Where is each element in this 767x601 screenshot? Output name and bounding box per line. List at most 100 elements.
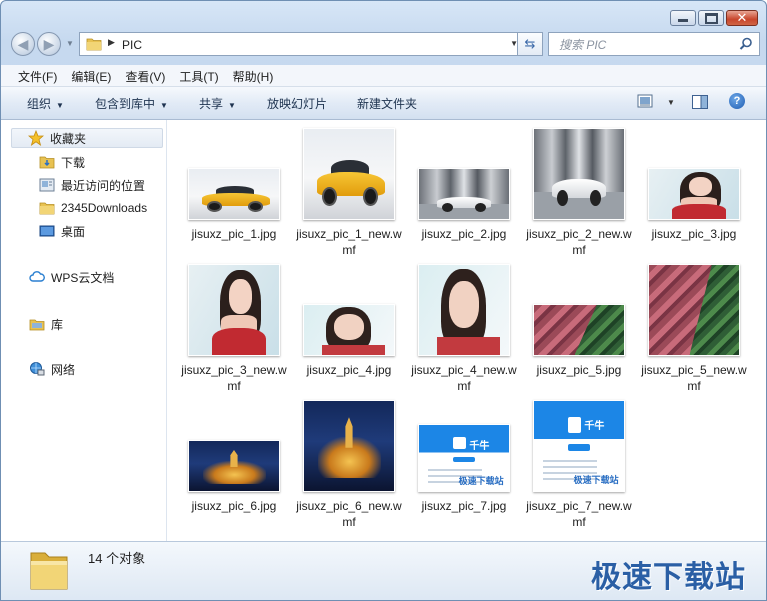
file-name: jisuxz_pic_2.jpg [421,227,507,241]
download-folder-icon [39,154,55,170]
sidebar-item-wps-cloud[interactable]: WPS云文档 [29,267,114,287]
watermark-logo: 极速下载站 [591,560,746,595]
sidebar-item-label: 2345Downloads [61,201,148,215]
slideshow-button[interactable]: 放映幻灯片 [267,95,327,112]
file-item[interactable]: jisuxz_pic_5.jpg [523,264,635,378]
sidebar-item-libraries[interactable]: 库 [29,314,63,334]
recent-places-icon [39,177,55,193]
folder-icon [86,37,102,54]
new-folder-button[interactable]: 新建文件夹 [357,95,417,112]
sidebar-item-label: 库 [51,317,64,332]
sidebar-item-label: 收藏夹 [50,131,87,146]
address-bar[interactable]: ▶ PIC ▼ [79,32,523,56]
sidebar-item-downloads[interactable]: 下载 [39,152,85,172]
explorer-window: ✕ ◀ ▶ ▼ ▶ PIC ▼ ⇆ 文件(F) 编辑(E) 查看(V) 工具(T… [0,0,767,601]
file-name: jisuxz_pic_2_new.wmf [526,227,632,257]
image-thumbnail [188,440,280,492]
menu-tools[interactable]: 工具(T) [172,65,225,86]
preview-pane-icon[interactable] [691,93,709,114]
breadcrumb-pic[interactable]: PIC [122,38,142,52]
menu-edit[interactable]: 编辑(E) [64,65,118,86]
sidebar-item-label: WPS云文档 [51,270,115,285]
include-in-library-button[interactable]: 包含到库中 ▼ [95,95,168,112]
forward-arrow-icon: ▶ [43,35,55,52]
sidebar-item-desktop[interactable]: 桌面 [39,221,85,241]
library-icon [29,316,45,332]
image-thumbnail [303,128,395,220]
file-name: jisuxz_pic_7.jpg [421,499,507,513]
image-thumbnail [418,168,510,220]
file-name: jisuxz_pic_6.jpg [191,499,277,513]
image-thumbnail [188,168,280,220]
file-item[interactable]: jisuxz_pic_6.jpg [178,400,290,514]
menu-view[interactable]: 查看(V) [118,65,172,86]
image-thumbnail: 千牛 极速下载站 [418,424,510,492]
file-item[interactable]: 千牛 极速下载站 jisuxz_pic_7_new.wmf [523,400,635,530]
menu-file[interactable]: 文件(F) [11,65,64,86]
file-item[interactable]: jisuxz_pic_6_new.wmf [293,400,405,530]
sidebar-item-2345downloads[interactable]: 2345Downloads [39,198,147,218]
help-icon[interactable]: ? [729,93,745,109]
sidebar-item-label: 网络 [51,362,76,377]
file-item[interactable]: jisuxz_pic_1_new.wmf [293,128,405,258]
search-box [548,32,760,56]
command-bar: 组织 ▼ 包含到库中 ▼ 共享 ▼ 放映幻灯片 新建文件夹 ▼ ? [1,87,766,120]
maximize-button[interactable] [698,10,724,26]
organize-button[interactable]: 组织 ▼ [27,95,64,112]
image-thumbnail [303,400,395,492]
back-button[interactable]: ◀ [11,32,35,56]
recent-pages-dropdown[interactable]: ▼ [66,39,74,48]
file-item[interactable]: jisuxz_pic_5_new.wmf [638,264,750,394]
file-item[interactable]: 千牛 极速下载站 jisuxz_pic_7.jpg [408,400,520,514]
cloud-icon [29,269,45,285]
details-pane: 14 个对象 极速下载站 [1,541,766,600]
navigation-bar: ◀ ▶ ▼ ▶ PIC ▼ ⇆ [9,32,760,58]
menu-help[interactable]: 帮助(H) [226,65,281,86]
search-input[interactable] [557,34,741,56]
close-button[interactable]: ✕ [726,10,758,26]
minimize-button[interactable] [670,10,696,26]
forward-button[interactable]: ▶ [37,32,61,56]
change-view-button[interactable]: ▼ [637,94,675,111]
file-item[interactable]: jisuxz_pic_3.jpg [638,128,750,242]
file-name: jisuxz_pic_6_new.wmf [296,499,402,529]
network-icon [29,361,45,377]
breadcrumb-separator-icon[interactable]: ▶ [108,37,115,48]
back-arrow-icon: ◀ [17,35,29,52]
dropdown-arrow-icon: ▼ [667,98,675,107]
share-button[interactable]: 共享 ▼ [199,95,236,112]
image-thumbnail [303,304,395,356]
image-thumbnail [188,264,280,356]
large-folder-icon [27,547,71,596]
sidebar-item-network[interactable]: 网络 [29,359,75,379]
image-thumbnail [533,128,625,220]
file-name: jisuxz_pic_7_new.wmf [526,499,632,529]
file-item[interactable]: jisuxz_pic_4_new.wmf [408,264,520,394]
dropdown-arrow-icon: ▼ [160,101,168,110]
include-in-library-label: 包含到库中 [95,97,156,111]
file-item[interactable]: jisuxz_pic_3_new.wmf [178,264,290,394]
image-thumbnail [648,264,740,356]
sidebar-item-favorites[interactable]: 收藏夹 [11,128,163,148]
menu-bar: 文件(F) 编辑(E) 查看(V) 工具(T) 帮助(H) [1,65,766,87]
refresh-icon: ⇆ [524,36,536,51]
sidebar-item-label: 最近访问的位置 [61,178,146,193]
file-item[interactable]: jisuxz_pic_4.jpg [293,264,405,378]
search-icon[interactable] [739,37,753,54]
file-list: jisuxz_pic_1.jpg jisuxz_pic_1_new.wmf ji… [167,120,766,541]
file-name: jisuxz_pic_1.jpg [191,227,277,241]
sidebar-item-recent-places[interactable]: 最近访问的位置 [39,175,145,195]
image-thumbnail [648,168,740,220]
sidebar-item-label: 桌面 [61,224,86,239]
file-name: jisuxz_pic_4.jpg [306,363,392,377]
refresh-button[interactable]: ⇆ [517,32,543,56]
close-icon: ✕ [736,10,748,25]
maximize-icon [704,12,718,24]
file-item[interactable]: jisuxz_pic_2_new.wmf [523,128,635,258]
sidebar-item-label: 下载 [61,155,86,170]
file-item[interactable]: jisuxz_pic_2.jpg [408,128,520,242]
file-name: jisuxz_pic_3_new.wmf [181,363,287,393]
file-name: jisuxz_pic_5.jpg [536,363,622,377]
navigation-pane: 收藏夹 下载 最近访问的位置 2345Downloads 桌面 WPS云文档 库… [1,120,167,541]
file-item[interactable]: jisuxz_pic_1.jpg [178,128,290,242]
